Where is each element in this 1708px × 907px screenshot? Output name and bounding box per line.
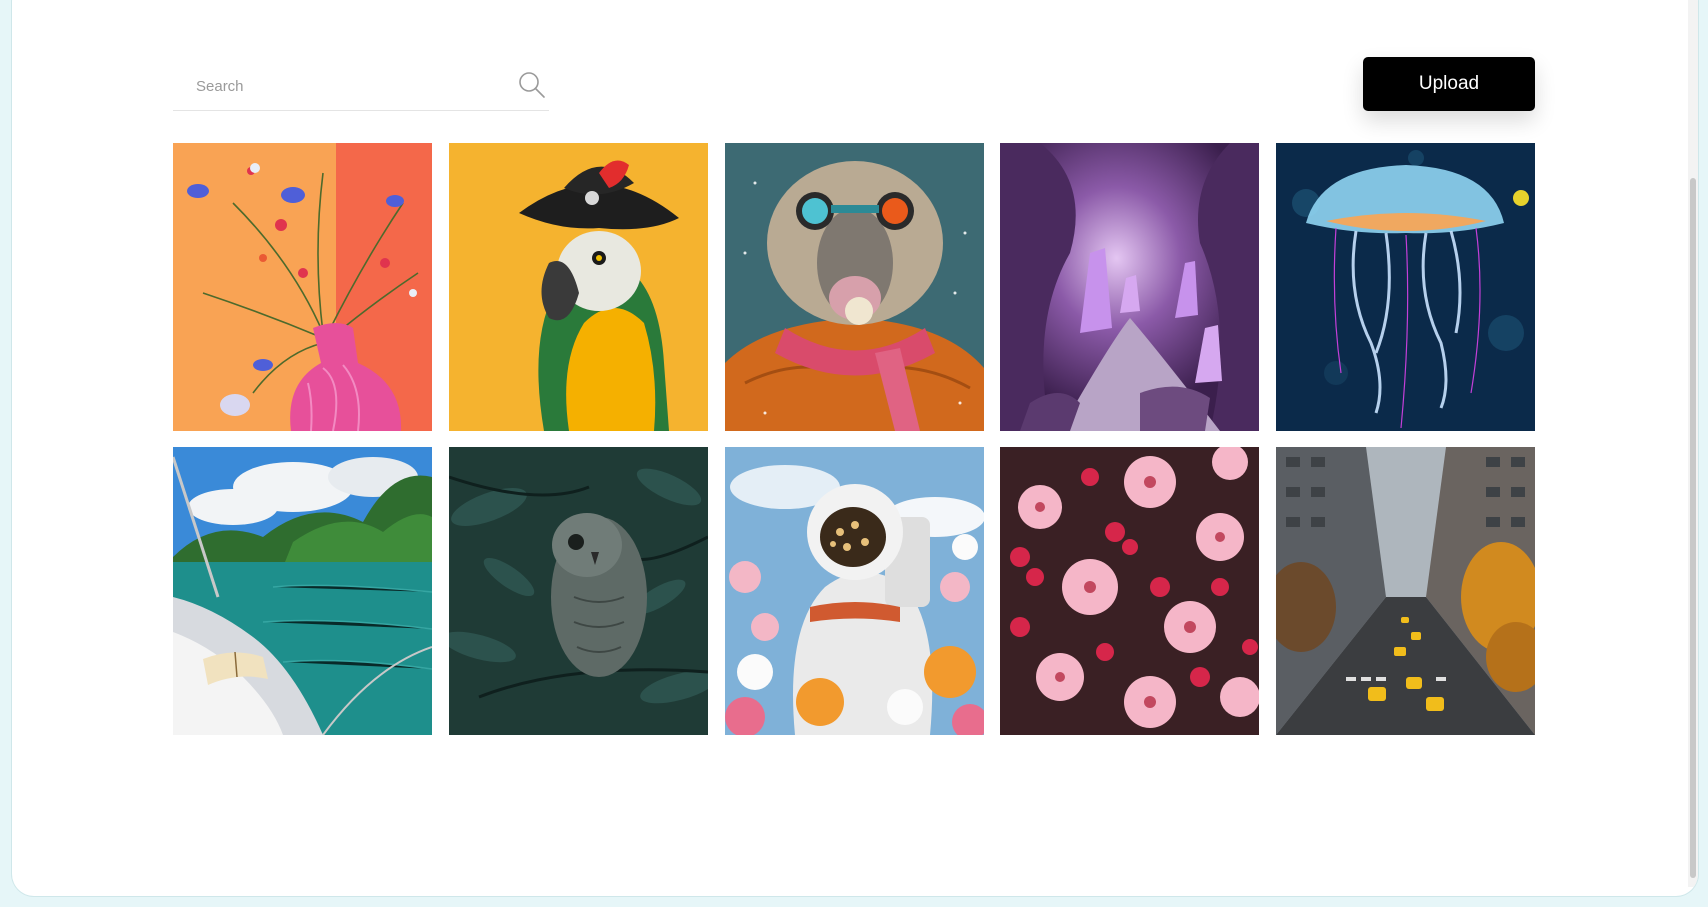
scrollbar-thumb[interactable] <box>1690 178 1696 878</box>
pink-blossoms-icon <box>1000 447 1260 735</box>
glowing-jellyfish-icon <box>1276 143 1535 431</box>
scrollbar[interactable] <box>1688 0 1698 887</box>
gallery-image-flower-vase[interactable] <box>173 143 432 431</box>
sailboat-book-lagoon-icon <box>173 447 432 735</box>
gallery-image-crystal-cave[interactable] <box>1000 143 1260 431</box>
parrot-pirate-hat-icon <box>448 143 708 431</box>
gallery-image-sheep[interactable] <box>724 143 984 431</box>
astronaut-flowers-icon <box>724 447 984 735</box>
sheep-with-goggles-icon <box>724 143 984 431</box>
flower-vase-illustration-icon <box>173 143 432 431</box>
search-input[interactable] <box>173 64 503 108</box>
purple-crystal-cave-icon <box>1000 143 1260 431</box>
city-street-taxis-icon <box>1276 447 1535 735</box>
image-gallery <box>173 143 1535 735</box>
search-icon[interactable] <box>517 70 547 100</box>
upload-button[interactable]: Upload <box>1363 57 1535 111</box>
gallery-image-jellyfish[interactable] <box>1276 143 1535 431</box>
owl-in-forest-icon <box>448 447 708 735</box>
search-bar <box>173 64 549 111</box>
gallery-image-city-street[interactable] <box>1276 447 1535 735</box>
gallery-image-astronaut[interactable] <box>724 447 984 735</box>
gallery-image-sailboat[interactable] <box>173 447 432 735</box>
gallery-image-owl[interactable] <box>448 447 708 735</box>
gallery-image-blossoms[interactable] <box>1000 447 1260 735</box>
gallery-image-parrot[interactable] <box>448 143 708 431</box>
